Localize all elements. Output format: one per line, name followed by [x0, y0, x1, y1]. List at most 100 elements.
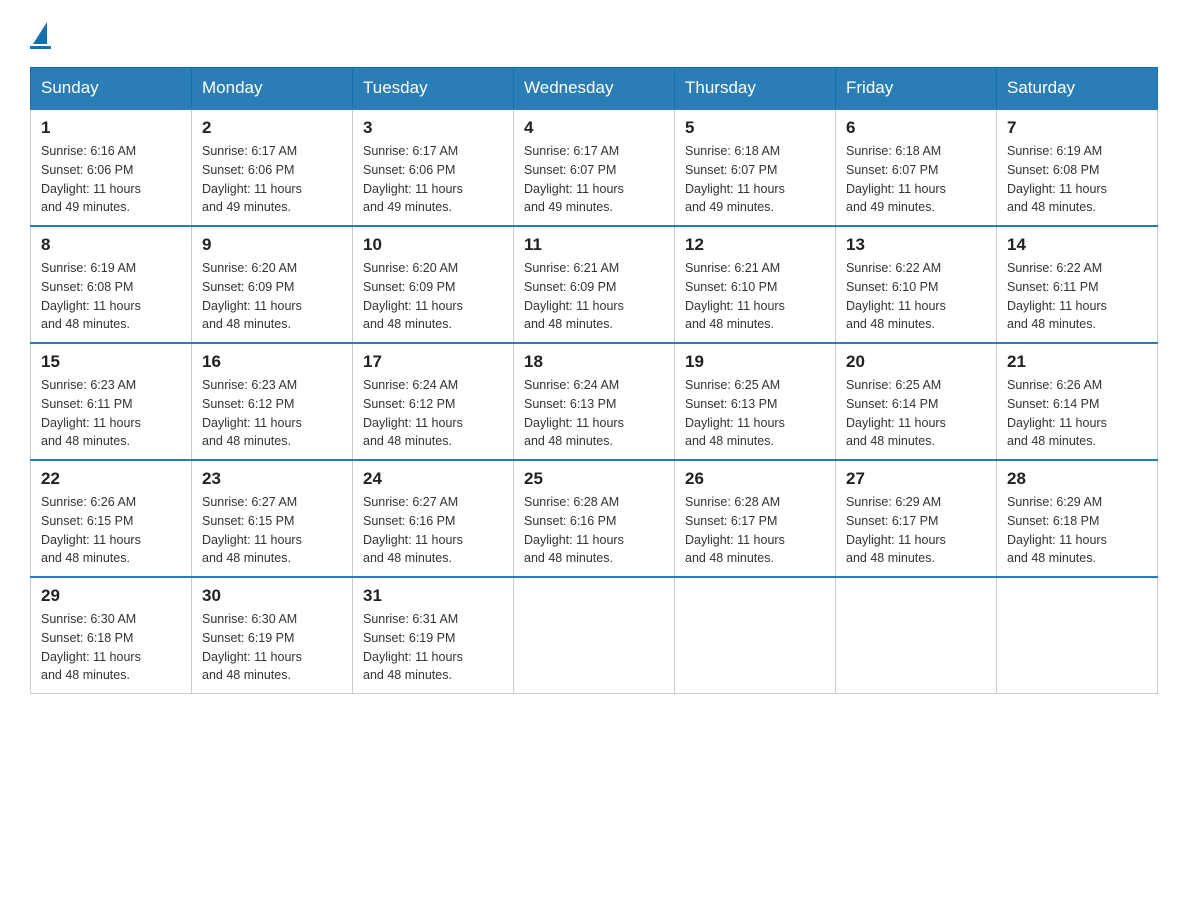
- logo-triangle-icon: [33, 22, 47, 44]
- day-info: Sunrise: 6:20 AM Sunset: 6:09 PM Dayligh…: [363, 259, 503, 334]
- calendar-cell: [675, 577, 836, 694]
- calendar-cell: 22 Sunrise: 6:26 AM Sunset: 6:15 PM Dayl…: [31, 460, 192, 577]
- day-number: 4: [524, 118, 664, 138]
- day-number: 25: [524, 469, 664, 489]
- day-info: Sunrise: 6:17 AM Sunset: 6:06 PM Dayligh…: [202, 142, 342, 217]
- calendar-cell: 31 Sunrise: 6:31 AM Sunset: 6:19 PM Dayl…: [353, 577, 514, 694]
- day-number: 22: [41, 469, 181, 489]
- calendar-cell: 18 Sunrise: 6:24 AM Sunset: 6:13 PM Dayl…: [514, 343, 675, 460]
- day-number: 13: [846, 235, 986, 255]
- day-info: Sunrise: 6:31 AM Sunset: 6:19 PM Dayligh…: [363, 610, 503, 685]
- calendar-cell: 29 Sunrise: 6:30 AM Sunset: 6:18 PM Dayl…: [31, 577, 192, 694]
- day-info: Sunrise: 6:27 AM Sunset: 6:16 PM Dayligh…: [363, 493, 503, 568]
- day-number: 31: [363, 586, 503, 606]
- calendar-header-saturday: Saturday: [997, 68, 1158, 110]
- day-info: Sunrise: 6:20 AM Sunset: 6:09 PM Dayligh…: [202, 259, 342, 334]
- calendar-header-tuesday: Tuesday: [353, 68, 514, 110]
- calendar-cell: 23 Sunrise: 6:27 AM Sunset: 6:15 PM Dayl…: [192, 460, 353, 577]
- calendar-cell: [997, 577, 1158, 694]
- calendar-cell: 21 Sunrise: 6:26 AM Sunset: 6:14 PM Dayl…: [997, 343, 1158, 460]
- calendar-cell: 20 Sunrise: 6:25 AM Sunset: 6:14 PM Dayl…: [836, 343, 997, 460]
- day-info: Sunrise: 6:22 AM Sunset: 6:10 PM Dayligh…: [846, 259, 986, 334]
- calendar-header-sunday: Sunday: [31, 68, 192, 110]
- day-number: 23: [202, 469, 342, 489]
- day-number: 30: [202, 586, 342, 606]
- calendar-header-thursday: Thursday: [675, 68, 836, 110]
- calendar-cell: 4 Sunrise: 6:17 AM Sunset: 6:07 PM Dayli…: [514, 109, 675, 226]
- calendar-cell: [514, 577, 675, 694]
- day-number: 15: [41, 352, 181, 372]
- day-number: 27: [846, 469, 986, 489]
- day-number: 19: [685, 352, 825, 372]
- calendar-cell: 15 Sunrise: 6:23 AM Sunset: 6:11 PM Dayl…: [31, 343, 192, 460]
- day-number: 29: [41, 586, 181, 606]
- day-number: 11: [524, 235, 664, 255]
- page-header: [30, 20, 1158, 49]
- calendar-header-monday: Monday: [192, 68, 353, 110]
- calendar-cell: 13 Sunrise: 6:22 AM Sunset: 6:10 PM Dayl…: [836, 226, 997, 343]
- calendar-cell: 24 Sunrise: 6:27 AM Sunset: 6:16 PM Dayl…: [353, 460, 514, 577]
- day-info: Sunrise: 6:23 AM Sunset: 6:12 PM Dayligh…: [202, 376, 342, 451]
- day-number: 16: [202, 352, 342, 372]
- day-number: 9: [202, 235, 342, 255]
- day-info: Sunrise: 6:21 AM Sunset: 6:10 PM Dayligh…: [685, 259, 825, 334]
- day-info: Sunrise: 6:21 AM Sunset: 6:09 PM Dayligh…: [524, 259, 664, 334]
- day-info: Sunrise: 6:17 AM Sunset: 6:07 PM Dayligh…: [524, 142, 664, 217]
- day-number: 26: [685, 469, 825, 489]
- calendar-header-row: SundayMondayTuesdayWednesdayThursdayFrid…: [31, 68, 1158, 110]
- day-number: 24: [363, 469, 503, 489]
- day-number: 18: [524, 352, 664, 372]
- calendar-cell: 16 Sunrise: 6:23 AM Sunset: 6:12 PM Dayl…: [192, 343, 353, 460]
- day-info: Sunrise: 6:26 AM Sunset: 6:15 PM Dayligh…: [41, 493, 181, 568]
- day-number: 28: [1007, 469, 1147, 489]
- calendar-cell: 27 Sunrise: 6:29 AM Sunset: 6:17 PM Dayl…: [836, 460, 997, 577]
- day-info: Sunrise: 6:25 AM Sunset: 6:14 PM Dayligh…: [846, 376, 986, 451]
- calendar-week-row-3: 15 Sunrise: 6:23 AM Sunset: 6:11 PM Dayl…: [31, 343, 1158, 460]
- day-number: 7: [1007, 118, 1147, 138]
- logo: [30, 20, 51, 49]
- calendar-week-row-4: 22 Sunrise: 6:26 AM Sunset: 6:15 PM Dayl…: [31, 460, 1158, 577]
- calendar-cell: 9 Sunrise: 6:20 AM Sunset: 6:09 PM Dayli…: [192, 226, 353, 343]
- calendar-cell: 6 Sunrise: 6:18 AM Sunset: 6:07 PM Dayli…: [836, 109, 997, 226]
- day-info: Sunrise: 6:17 AM Sunset: 6:06 PM Dayligh…: [363, 142, 503, 217]
- logo-underline: [30, 46, 51, 49]
- day-info: Sunrise: 6:25 AM Sunset: 6:13 PM Dayligh…: [685, 376, 825, 451]
- calendar-cell: 10 Sunrise: 6:20 AM Sunset: 6:09 PM Dayl…: [353, 226, 514, 343]
- day-number: 10: [363, 235, 503, 255]
- day-info: Sunrise: 6:19 AM Sunset: 6:08 PM Dayligh…: [1007, 142, 1147, 217]
- day-number: 5: [685, 118, 825, 138]
- calendar-table: SundayMondayTuesdayWednesdayThursdayFrid…: [30, 67, 1158, 694]
- day-info: Sunrise: 6:18 AM Sunset: 6:07 PM Dayligh…: [846, 142, 986, 217]
- day-info: Sunrise: 6:26 AM Sunset: 6:14 PM Dayligh…: [1007, 376, 1147, 451]
- calendar-week-row-1: 1 Sunrise: 6:16 AM Sunset: 6:06 PM Dayli…: [31, 109, 1158, 226]
- day-number: 21: [1007, 352, 1147, 372]
- calendar-week-row-5: 29 Sunrise: 6:30 AM Sunset: 6:18 PM Dayl…: [31, 577, 1158, 694]
- calendar-cell: 5 Sunrise: 6:18 AM Sunset: 6:07 PM Dayli…: [675, 109, 836, 226]
- day-info: Sunrise: 6:19 AM Sunset: 6:08 PM Dayligh…: [41, 259, 181, 334]
- day-info: Sunrise: 6:27 AM Sunset: 6:15 PM Dayligh…: [202, 493, 342, 568]
- day-info: Sunrise: 6:18 AM Sunset: 6:07 PM Dayligh…: [685, 142, 825, 217]
- calendar-header-friday: Friday: [836, 68, 997, 110]
- calendar-cell: 14 Sunrise: 6:22 AM Sunset: 6:11 PM Dayl…: [997, 226, 1158, 343]
- day-number: 2: [202, 118, 342, 138]
- day-number: 12: [685, 235, 825, 255]
- calendar-cell: 19 Sunrise: 6:25 AM Sunset: 6:13 PM Dayl…: [675, 343, 836, 460]
- day-info: Sunrise: 6:24 AM Sunset: 6:13 PM Dayligh…: [524, 376, 664, 451]
- day-info: Sunrise: 6:28 AM Sunset: 6:17 PM Dayligh…: [685, 493, 825, 568]
- day-number: 20: [846, 352, 986, 372]
- calendar-cell: 30 Sunrise: 6:30 AM Sunset: 6:19 PM Dayl…: [192, 577, 353, 694]
- calendar-cell: [836, 577, 997, 694]
- calendar-cell: 2 Sunrise: 6:17 AM Sunset: 6:06 PM Dayli…: [192, 109, 353, 226]
- day-number: 8: [41, 235, 181, 255]
- day-info: Sunrise: 6:29 AM Sunset: 6:17 PM Dayligh…: [846, 493, 986, 568]
- day-number: 1: [41, 118, 181, 138]
- day-number: 6: [846, 118, 986, 138]
- day-number: 3: [363, 118, 503, 138]
- calendar-week-row-2: 8 Sunrise: 6:19 AM Sunset: 6:08 PM Dayli…: [31, 226, 1158, 343]
- day-info: Sunrise: 6:24 AM Sunset: 6:12 PM Dayligh…: [363, 376, 503, 451]
- calendar-cell: 28 Sunrise: 6:29 AM Sunset: 6:18 PM Dayl…: [997, 460, 1158, 577]
- calendar-cell: 11 Sunrise: 6:21 AM Sunset: 6:09 PM Dayl…: [514, 226, 675, 343]
- day-info: Sunrise: 6:29 AM Sunset: 6:18 PM Dayligh…: [1007, 493, 1147, 568]
- calendar-cell: 1 Sunrise: 6:16 AM Sunset: 6:06 PM Dayli…: [31, 109, 192, 226]
- day-info: Sunrise: 6:16 AM Sunset: 6:06 PM Dayligh…: [41, 142, 181, 217]
